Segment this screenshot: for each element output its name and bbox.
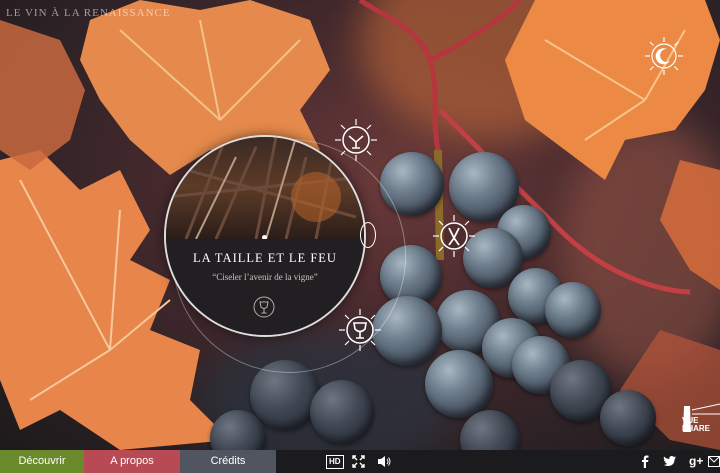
chapter-button-pruning[interactable] bbox=[432, 214, 476, 258]
moon-icon[interactable] bbox=[644, 36, 684, 76]
grape bbox=[600, 390, 656, 446]
chapter-caption: LA TAILLE ET LE FEU “Ciseler l’avenir de… bbox=[166, 239, 364, 335]
grape-vine-icon bbox=[335, 119, 377, 161]
ring-marker bbox=[360, 222, 376, 248]
chapter-medallion[interactable]: LA TAILLE ET LE FEU “Ciseler l’avenir de… bbox=[164, 135, 366, 337]
google-plus-icon[interactable]: g+ bbox=[689, 450, 703, 473]
site-title[interactable]: LE VIN À LA RENAISSANCE bbox=[6, 7, 171, 19]
chapter-title: LA TAILLE ET LE FEU bbox=[193, 251, 337, 265]
autumn-leaf bbox=[660, 160, 720, 290]
brand-logo[interactable]: VUE PHARE bbox=[676, 402, 720, 444]
grape bbox=[545, 282, 601, 338]
tab-credits[interactable]: Crédits bbox=[180, 450, 276, 473]
brand-text-2: PHARE bbox=[682, 424, 711, 433]
fullscreen-icon[interactable] bbox=[352, 455, 365, 468]
hd-toggle[interactable]: HD bbox=[326, 455, 344, 469]
chapter-button-vine[interactable] bbox=[334, 118, 378, 162]
bottom-bar: Découvrir A propos Crédits HD g+ bbox=[0, 450, 720, 473]
pruning-shears-icon bbox=[433, 215, 475, 257]
tab-a-propos[interactable]: A propos bbox=[84, 450, 180, 473]
mail-icon[interactable] bbox=[708, 456, 720, 467]
wine-glass-icon bbox=[253, 296, 275, 318]
facebook-icon[interactable] bbox=[640, 455, 650, 468]
autumn-leaf bbox=[0, 20, 85, 170]
grape bbox=[425, 350, 493, 418]
grape bbox=[310, 380, 374, 444]
speaker-icon[interactable] bbox=[377, 455, 391, 468]
wine-glass-icon bbox=[339, 309, 381, 351]
twitter-icon[interactable] bbox=[663, 455, 677, 468]
tab-decouvrir[interactable]: Découvrir bbox=[0, 450, 84, 473]
chapter-button-wine[interactable] bbox=[338, 308, 382, 352]
chapter-subtitle: “Ciseler l’avenir de la vigne” bbox=[212, 272, 318, 282]
